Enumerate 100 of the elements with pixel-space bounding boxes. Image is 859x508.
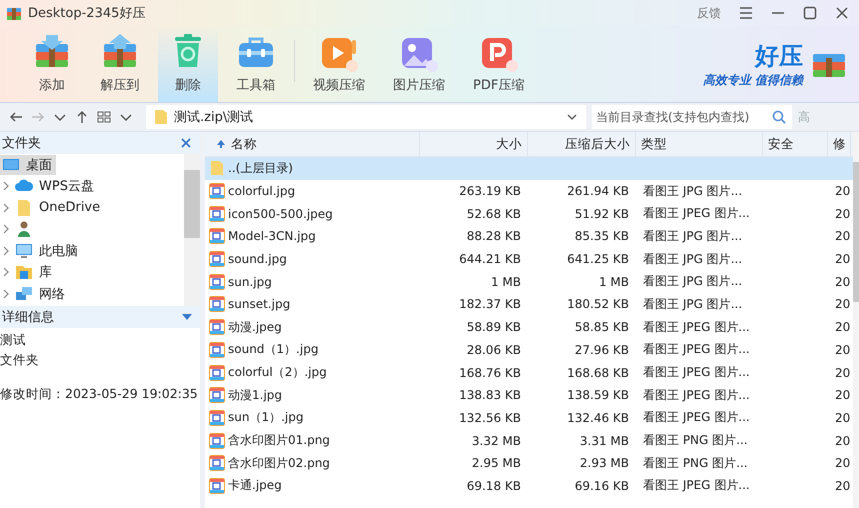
column-header[interactable]: 压缩后大小 bbox=[528, 132, 636, 156]
file-type: 看图王 PNG 图片... bbox=[643, 432, 748, 450]
file-name: 卡通.jpeg bbox=[228, 477, 282, 494]
close-icon[interactable] bbox=[180, 137, 192, 149]
scrollbar[interactable] bbox=[853, 132, 859, 508]
image-file-icon bbox=[209, 274, 225, 290]
tree-item[interactable]: 此电脑 bbox=[13, 240, 82, 261]
file-name: colorful.jpg bbox=[228, 184, 296, 198]
file-row[interactable]: ..(上层目录) bbox=[205, 157, 853, 180]
path-field[interactable]: 测试.zip\测试 bbox=[146, 105, 586, 129]
file-size: 182.37 KB bbox=[459, 297, 521, 312]
file-type: 看图王 JPG 图片... bbox=[643, 182, 742, 200]
tree-item[interactable]: 网络 bbox=[13, 284, 69, 304]
video-button[interactable]: 视频压缩 bbox=[303, 26, 375, 102]
detail-type: 文件夹 bbox=[0, 352, 40, 369]
menu-icon[interactable] bbox=[738, 5, 754, 21]
file-type: 看图王 JPEG 图片... bbox=[643, 318, 750, 336]
file-name: 含水印图片02.png bbox=[228, 454, 330, 472]
app-logo-icon bbox=[6, 5, 22, 21]
scrollbar[interactable] bbox=[184, 154, 200, 306]
maximize-icon[interactable] bbox=[802, 5, 818, 21]
file-row[interactable]: sun（1）.jpg 132.56 KB 132.46 KB 看图王 JPEG 图片... 20 bbox=[205, 406, 853, 430]
modified-date: 20 bbox=[835, 274, 850, 289]
file-size: 168.76 KB bbox=[459, 366, 521, 380]
file-row[interactable]: 卡通.jpeg 69.18 KB 69.16 KB 看图王 JPEG 图片... 20 bbox=[205, 474, 853, 498]
packed-size: 3.31 MB bbox=[580, 434, 629, 448]
packed-size: 85.35 KB bbox=[574, 229, 629, 244]
tree-item[interactable]: WPS云盘 bbox=[13, 176, 98, 196]
image-file-icon bbox=[209, 206, 225, 222]
file-name: Model-3CN.jpg bbox=[228, 229, 316, 244]
tree-item[interactable]: OneDrive bbox=[13, 198, 104, 218]
pdf-button[interactable]: PDF压缩 bbox=[463, 26, 534, 102]
file-row[interactable]: 动漫1.jpg 138.83 KB 138.59 KB 看图王 JPEG 图片... 20 bbox=[205, 384, 853, 407]
file-size: 138.83 KB bbox=[459, 388, 521, 402]
modified-date: 20 bbox=[835, 456, 850, 470]
file-name: 动漫1.jpg bbox=[228, 386, 282, 404]
image-file-icon bbox=[209, 251, 225, 268]
toolbox-button[interactable]: 工具箱 bbox=[226, 26, 286, 102]
file-row[interactable]: icon500-500.jpeg 52.68 KB 51.92 KB 看图王 JPEG 图片... 20 bbox=[205, 202, 853, 226]
file-size: 644.21 KB bbox=[459, 252, 521, 266]
file-type: 看图王 JPEG 图片... bbox=[643, 205, 750, 222]
column-header[interactable]: 修 bbox=[828, 132, 851, 156]
file-row[interactable]: sun.jpg 1 MB 1 MB 看图王 JPG 图片... 20 bbox=[205, 270, 853, 294]
search-icon bbox=[772, 110, 786, 124]
image-file-icon bbox=[209, 478, 225, 494]
packed-size: 641.25 KB bbox=[567, 252, 629, 266]
image-file-icon bbox=[209, 432, 225, 449]
file-row[interactable]: colorful.jpg 263.19 KB 261.94 KB 看图王 JPG 图片... 20 bbox=[205, 180, 853, 202]
search-field[interactable]: 当前目录查找(支持包内查找) bbox=[592, 105, 792, 129]
image-file-icon bbox=[209, 183, 225, 200]
file-type: 看图王 JPEG 图片... bbox=[643, 477, 750, 494]
file-row[interactable]: sound（1）.jpg 28.06 KB 27.96 KB 看图王 JPEG 图片... 20 bbox=[205, 338, 853, 362]
column-header[interactable]: 安全 bbox=[763, 132, 828, 156]
file-row[interactable]: 动漫.jpeg 58.89 KB 58.85 KB 看图王 JPEG 图片... 20 bbox=[205, 316, 853, 338]
modified-date: 20 bbox=[835, 252, 850, 266]
packed-size: 261.94 KB bbox=[567, 184, 629, 198]
packed-size: 51.92 KB bbox=[574, 206, 629, 221]
modified-date: 20 bbox=[835, 184, 850, 198]
file-row[interactable]: 含水印图片01.png 3.32 MB 3.31 MB 看图王 PNG 图片... 20 bbox=[205, 429, 853, 452]
extract-button[interactable]: 解压到 bbox=[90, 26, 150, 102]
file-name: colorful（2）.jpg bbox=[228, 364, 327, 382]
file-size: 28.06 KB bbox=[466, 342, 521, 357]
image-button[interactable]: 图片压缩 bbox=[383, 26, 455, 102]
file-size: 1 MB bbox=[490, 274, 521, 289]
file-size: 52.68 KB bbox=[466, 206, 521, 221]
monitor-icon bbox=[15, 242, 33, 260]
folder-icon bbox=[15, 198, 33, 217]
column-header[interactable]: 名称 bbox=[205, 132, 420, 156]
file-name: sound.jpg bbox=[228, 252, 287, 266]
detail-name: 测试 bbox=[0, 332, 27, 349]
file-type: 看图王 JPG 图片... bbox=[643, 250, 742, 268]
modified-date: 20 bbox=[835, 297, 850, 312]
file-name: sun.jpg bbox=[228, 274, 272, 289]
file-type: 看图王 PNG 图片... bbox=[643, 454, 748, 472]
column-header[interactable]: 类型 bbox=[636, 132, 763, 156]
packed-size: 168.68 KB bbox=[567, 366, 629, 380]
grid-view-icon[interactable] bbox=[96, 109, 112, 125]
add-button[interactable]: 添加 bbox=[22, 26, 82, 102]
file-type: 看图王 JPG 图片... bbox=[643, 273, 742, 290]
panel-title: 详细信息 bbox=[2, 309, 54, 326]
collapse-icon bbox=[182, 314, 192, 320]
image-file-icon bbox=[209, 319, 225, 336]
brand-slogan: 高效专业 值得信赖 bbox=[702, 72, 803, 88]
modified-date: 20 bbox=[835, 388, 850, 402]
close-icon[interactable] bbox=[834, 5, 850, 21]
image-file-icon bbox=[209, 342, 225, 358]
folder-icon bbox=[154, 109, 168, 125]
file-row[interactable]: 含水印图片02.png 2.95 MB 2.93 MB 看图王 PNG 图片... 20 bbox=[205, 452, 853, 475]
file-row[interactable]: Model-3CN.jpg 88.28 KB 85.35 KB 看图王 JPG 图片... 20 bbox=[205, 225, 853, 248]
file-row[interactable]: sunset.jpg 182.37 KB 180.52 KB 看图王 JPG 图片... 20 bbox=[205, 293, 853, 316]
tree-item[interactable]: 桌面 bbox=[0, 154, 56, 175]
file-row[interactable]: sound.jpg 644.21 KB 641.25 KB 看图王 JPG 图片... 20 bbox=[205, 248, 853, 270]
modified-date: 20 bbox=[835, 478, 850, 493]
tree-item[interactable]: 库 bbox=[13, 262, 56, 282]
modified-date: 20 bbox=[835, 320, 850, 334]
file-row[interactable]: colorful（2）.jpg 168.76 KB 168.68 KB 看图王 JPEG 图片... 20 bbox=[205, 361, 853, 384]
column-header[interactable]: 大小 bbox=[420, 132, 528, 156]
feedback-link[interactable]: 反馈 bbox=[697, 4, 721, 22]
image-file-icon bbox=[209, 364, 225, 381]
packed-size: 138.59 KB bbox=[567, 388, 629, 402]
